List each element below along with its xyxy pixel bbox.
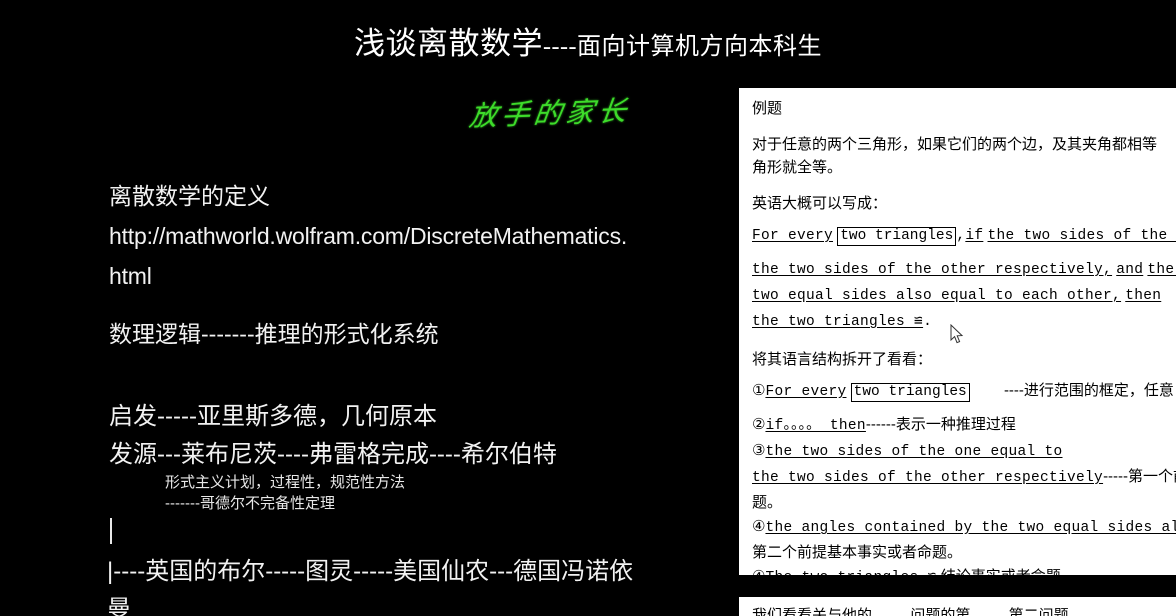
breakdown-item-2: ②if。。。。 then------表示一种推理过程 (752, 414, 1176, 437)
handwritten-signature: 放手的家长 (467, 94, 633, 133)
page-title-main: 浅谈离散数学 (354, 26, 544, 61)
origin-line: 发源---莱布尼茨----弗雷格完成----希尔伯特 (109, 441, 557, 468)
eng-box-two-triangles-1: two triangles (837, 227, 957, 246)
breakdown-item-3-cont: the two sides of the other respectively-… (752, 466, 1176, 489)
item-3-chinese: -----第一个前提 (1103, 468, 1176, 485)
eng-box-two-triangles-2: two triangles (850, 383, 970, 402)
item-1-english: For every (765, 384, 847, 400)
eng-if: if (965, 228, 984, 244)
item-5-chinese: 结论事实或者命题。 (941, 568, 1076, 575)
page-title-sub: 面向计算机方向本科生 (576, 34, 822, 60)
history-block: 启发-----亚里斯多德，几何原本 发源---莱布尼茨----弗雷格完成----… (109, 398, 749, 474)
inspiration-line: 启发-----亚里斯多德，几何原本 (109, 403, 437, 430)
breakdown-item-4-cont: 第二个前提基本事实或者命题。 (752, 542, 1176, 563)
definition-heading: 离散数学的定义 (109, 183, 270, 209)
english-intro: 英语大概可以写成： (752, 195, 888, 212)
text-caret (110, 518, 112, 544)
eng-line2-a: the two sides of the other respectively, (752, 262, 1113, 278)
breakdown-item-4: ④the angles contained by the two equal s… (752, 516, 1176, 539)
second-panel-line: 我们看看关与他的 …… 问题的第 …… 第二问题 (752, 607, 1069, 616)
reference-url-line1[interactable]: http://mathworld.wolfram.com/DiscreteMat… (109, 216, 749, 256)
logic-line: 数理逻辑-------推理的形式化系统 (109, 321, 439, 347)
item-3-english: the two sides of the one equal to (765, 444, 1063, 460)
eng-line4: the two triangles ≌ (752, 314, 924, 330)
item-2-chinese: ------表示一种推理过程 (865, 416, 1016, 433)
english-sentence-line-1: For every two triangles ,if the two sides… (752, 224, 1176, 247)
english-sentence-line-4: the two triangles ≌. (752, 310, 1176, 333)
page-title-dash: ---- (543, 34, 577, 60)
item-3-english-2: the two sides of the other respectively (752, 470, 1104, 486)
eng-then: then (1125, 288, 1162, 304)
item-4-number: ④ (752, 518, 766, 535)
problem-line-2: 角形就全等。 (752, 159, 843, 176)
item-1-number: ① (752, 382, 766, 399)
pioneers-line1: |----英国的布尔-----图灵-----美国仙农---德国冯诺依 (107, 558, 634, 585)
item-2-number: ② (752, 416, 766, 433)
second-document-panel[interactable]: 我们看看关与他的 …… 问题的第 …… 第二问题 (739, 597, 1176, 616)
pioneers-block: |----英国的布尔-----图灵-----美国仙农---德国冯诺依 曼 (107, 553, 767, 616)
english-sentence-line-3: two equal sides also equal to each other… (752, 284, 1176, 307)
eng-period: . (923, 314, 933, 330)
doc-heading: 例题 (752, 100, 783, 117)
eng-comma: , (956, 228, 966, 244)
item-2-english: if。。。。 then (765, 418, 866, 434)
definition-block: 离散数学的定义 http://mathworld.wolfram.com/Dis… (109, 176, 749, 354)
item-5-english: The two triangles ≌ (765, 570, 936, 575)
breakdown-intro: 将其语言结构拆开了看看： (752, 351, 933, 368)
problem-line-1: 对于任意的两个三角形，如果它们的两个边，及其夹角都相等 (752, 136, 1158, 153)
formalism-note-line1: 形式主义计划，过程性，规范性方法 (165, 474, 406, 491)
english-sentence-line-2: the two sides of the other respectively,… (752, 258, 1176, 281)
breakdown-item-5: ④The two triangles ≌ 结论事实或者命题。 (752, 566, 1176, 575)
item-3-chinese-2: 题。 (752, 494, 783, 511)
page-title: 浅谈离散数学----面向计算机方向本科生 (0, 18, 1176, 63)
pioneers-line2: 曼 (107, 596, 131, 616)
formalism-note-line2: -------哥德尔不完备性定理 (165, 495, 335, 512)
item-4-english: the angles contained by the two equal si… (765, 520, 1176, 536)
item-4-chinese: 第二个前提基本事实或者命题。 (752, 544, 963, 561)
mouse-cursor-arrow-icon (950, 323, 964, 345)
item-5-number: ④ (752, 568, 765, 575)
eng-line2-rest: the angles c (1147, 262, 1176, 278)
formalism-note: 形式主义计划，过程性，规范性方法 -------哥德尔不完备性定理 (165, 472, 765, 514)
eng-line1-rest: the two sides of the one (987, 228, 1176, 244)
eng-line3-a: two equal sides also equal to each other… (752, 288, 1122, 304)
eng-and: and (1116, 262, 1144, 278)
breakdown-item-3: ③the two sides of the one equal to (752, 440, 1176, 463)
reference-url-line2[interactable]: html (109, 256, 749, 296)
breakdown-item-3-cont2: 题。 (752, 492, 1176, 513)
eng-for-every: For every (752, 228, 834, 244)
item-1-chinese: ----进行范围的框定，任意 (1003, 382, 1174, 399)
breakdown-item-1: ①For every two triangles ----进行范围的框定，任意 (752, 380, 1176, 403)
slide-screen: 浅谈离散数学----面向计算机方向本科生 放手的家长 离散数学的定义 http:… (0, 0, 1176, 616)
item-3-number: ③ (752, 442, 766, 459)
